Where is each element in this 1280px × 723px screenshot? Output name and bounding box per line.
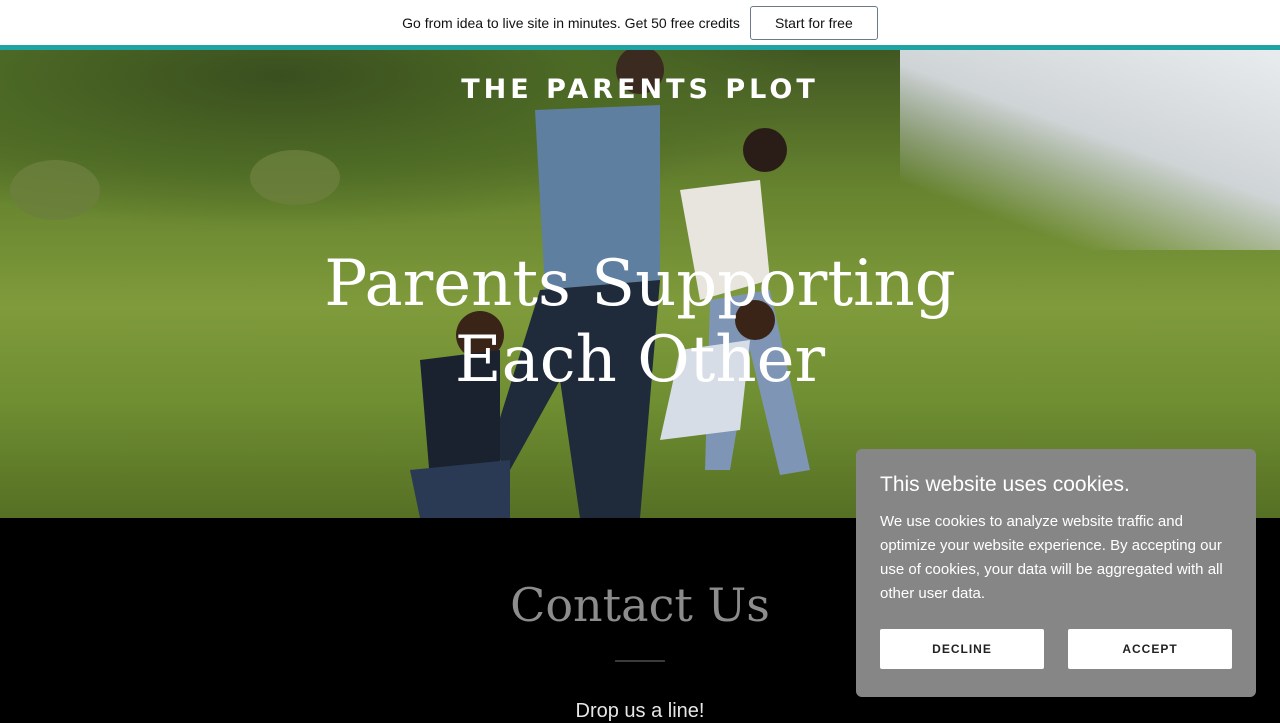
accept-button[interactable]: ACCEPT [1068, 629, 1232, 669]
promo-bar: Go from idea to live site in minutes. Ge… [0, 0, 1280, 50]
cookie-body: We use cookies to analyze website traffi… [880, 513, 1223, 602]
hero-tagline: Parents Supporting Each Other [324, 247, 956, 397]
shrub [250, 150, 340, 205]
cookie-banner: This website uses cookies. We use cookie… [856, 449, 1256, 697]
cookie-title: This website uses cookies. [880, 473, 1130, 496]
section-divider [615, 660, 665, 662]
decline-button[interactable]: DECLINE [880, 629, 1044, 669]
hero-section: THE PARENTS PLOT Parents Supporting Each… [0, 50, 1280, 518]
start-for-free-button[interactable]: Start for free [749, 5, 878, 40]
site-title[interactable]: THE PARENTS PLOT [0, 74, 1280, 105]
shrub [10, 160, 100, 220]
promo-text: Go from idea to live site in minutes. Ge… [402, 14, 740, 31]
